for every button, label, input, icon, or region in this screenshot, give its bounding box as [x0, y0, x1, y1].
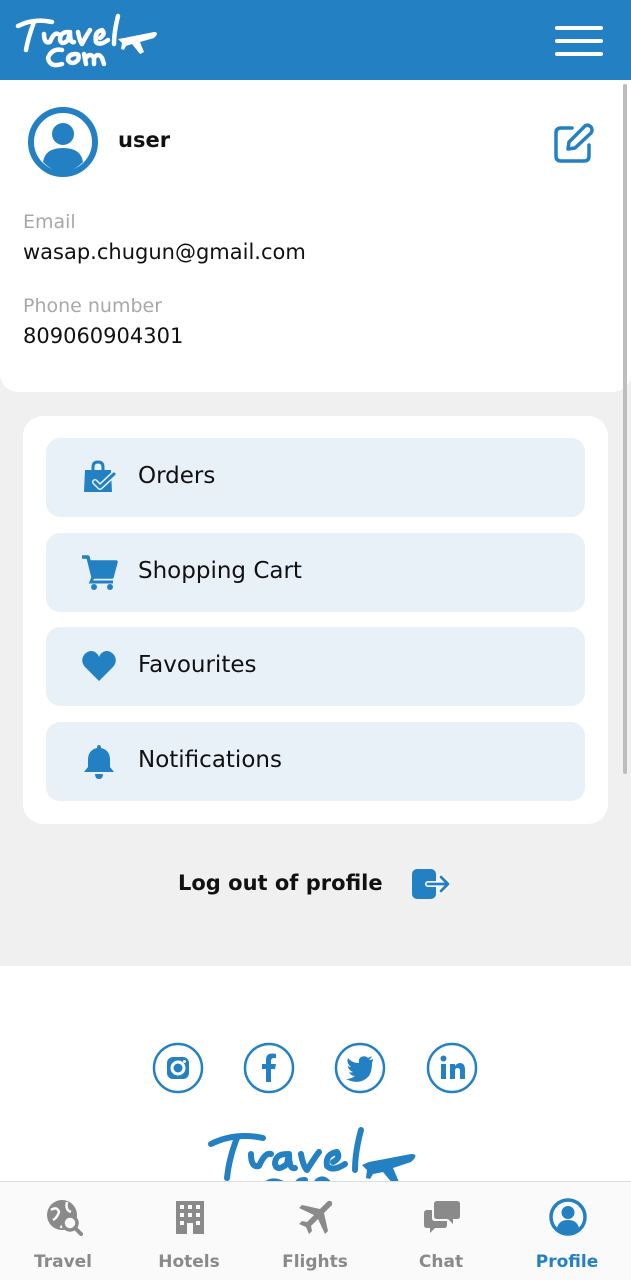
twitter-icon[interactable] — [334, 1042, 386, 1094]
phone-label: Phone number — [23, 295, 163, 317]
phone-value: 809060904301 — [23, 324, 184, 348]
hotel-building-icon — [176, 1201, 204, 1234]
email-label: Email — [23, 211, 76, 233]
bottom-tab-bar: Travel Hotels Flights Chat Profile — [0, 1181, 631, 1280]
edit-icon[interactable] — [552, 121, 596, 165]
logout-icon — [412, 869, 450, 899]
app-header — [0, 0, 631, 80]
linkedin-icon[interactable] — [426, 1042, 478, 1094]
tab-profile[interactable]: Profile — [504, 1182, 630, 1280]
cart-icon — [82, 555, 118, 590]
globe-search-icon — [47, 1200, 83, 1236]
instagram-icon[interactable] — [152, 1042, 204, 1094]
chat-bubbles-icon — [424, 1201, 460, 1233]
menu-item-shopping-cart[interactable]: Shopping Cart — [46, 533, 585, 612]
username: user — [118, 128, 171, 152]
shopping-bag-check-icon — [84, 460, 117, 492]
tab-label: Profile — [535, 1252, 599, 1272]
travelcom-logo[interactable] — [14, 8, 159, 72]
airplane-icon — [299, 1200, 333, 1234]
menu-item-label: Notifications — [138, 747, 282, 773]
scrollbar[interactable] — [623, 84, 627, 774]
tab-travel[interactable]: Travel — [0, 1182, 126, 1280]
heart-icon — [82, 651, 116, 681]
user-circle-icon — [549, 1198, 587, 1236]
menu-item-orders[interactable]: Orders — [46, 438, 585, 517]
tab-label: Travel — [33, 1252, 93, 1272]
menu-item-label: Shopping Cart — [138, 558, 302, 584]
tab-label: Hotels — [158, 1252, 220, 1272]
logout-button[interactable]: Log out of profile — [178, 866, 458, 902]
avatar — [28, 107, 98, 177]
menu-item-label: Orders — [138, 463, 216, 489]
tab-hotels[interactable]: Hotels — [126, 1182, 252, 1280]
menu-item-label: Favourites — [138, 652, 257, 678]
tab-label: Flights — [282, 1252, 348, 1272]
menu-item-notifications[interactable]: Notifications — [46, 722, 585, 801]
travelcom-footer-logo — [208, 1127, 416, 1182]
logout-label: Log out of profile — [178, 871, 383, 895]
hamburger-menu-icon[interactable] — [555, 26, 603, 56]
facebook-icon[interactable] — [243, 1042, 295, 1094]
tab-label: Chat — [418, 1252, 464, 1272]
email-value: wasap.chugun@gmail.com — [23, 240, 306, 264]
bell-icon — [84, 745, 114, 779]
menu-item-favourites[interactable]: Favourites — [46, 627, 585, 706]
page-footer — [0, 966, 631, 1182]
tab-chat[interactable]: Chat — [378, 1182, 504, 1280]
tab-flights[interactable]: Flights — [252, 1182, 378, 1280]
